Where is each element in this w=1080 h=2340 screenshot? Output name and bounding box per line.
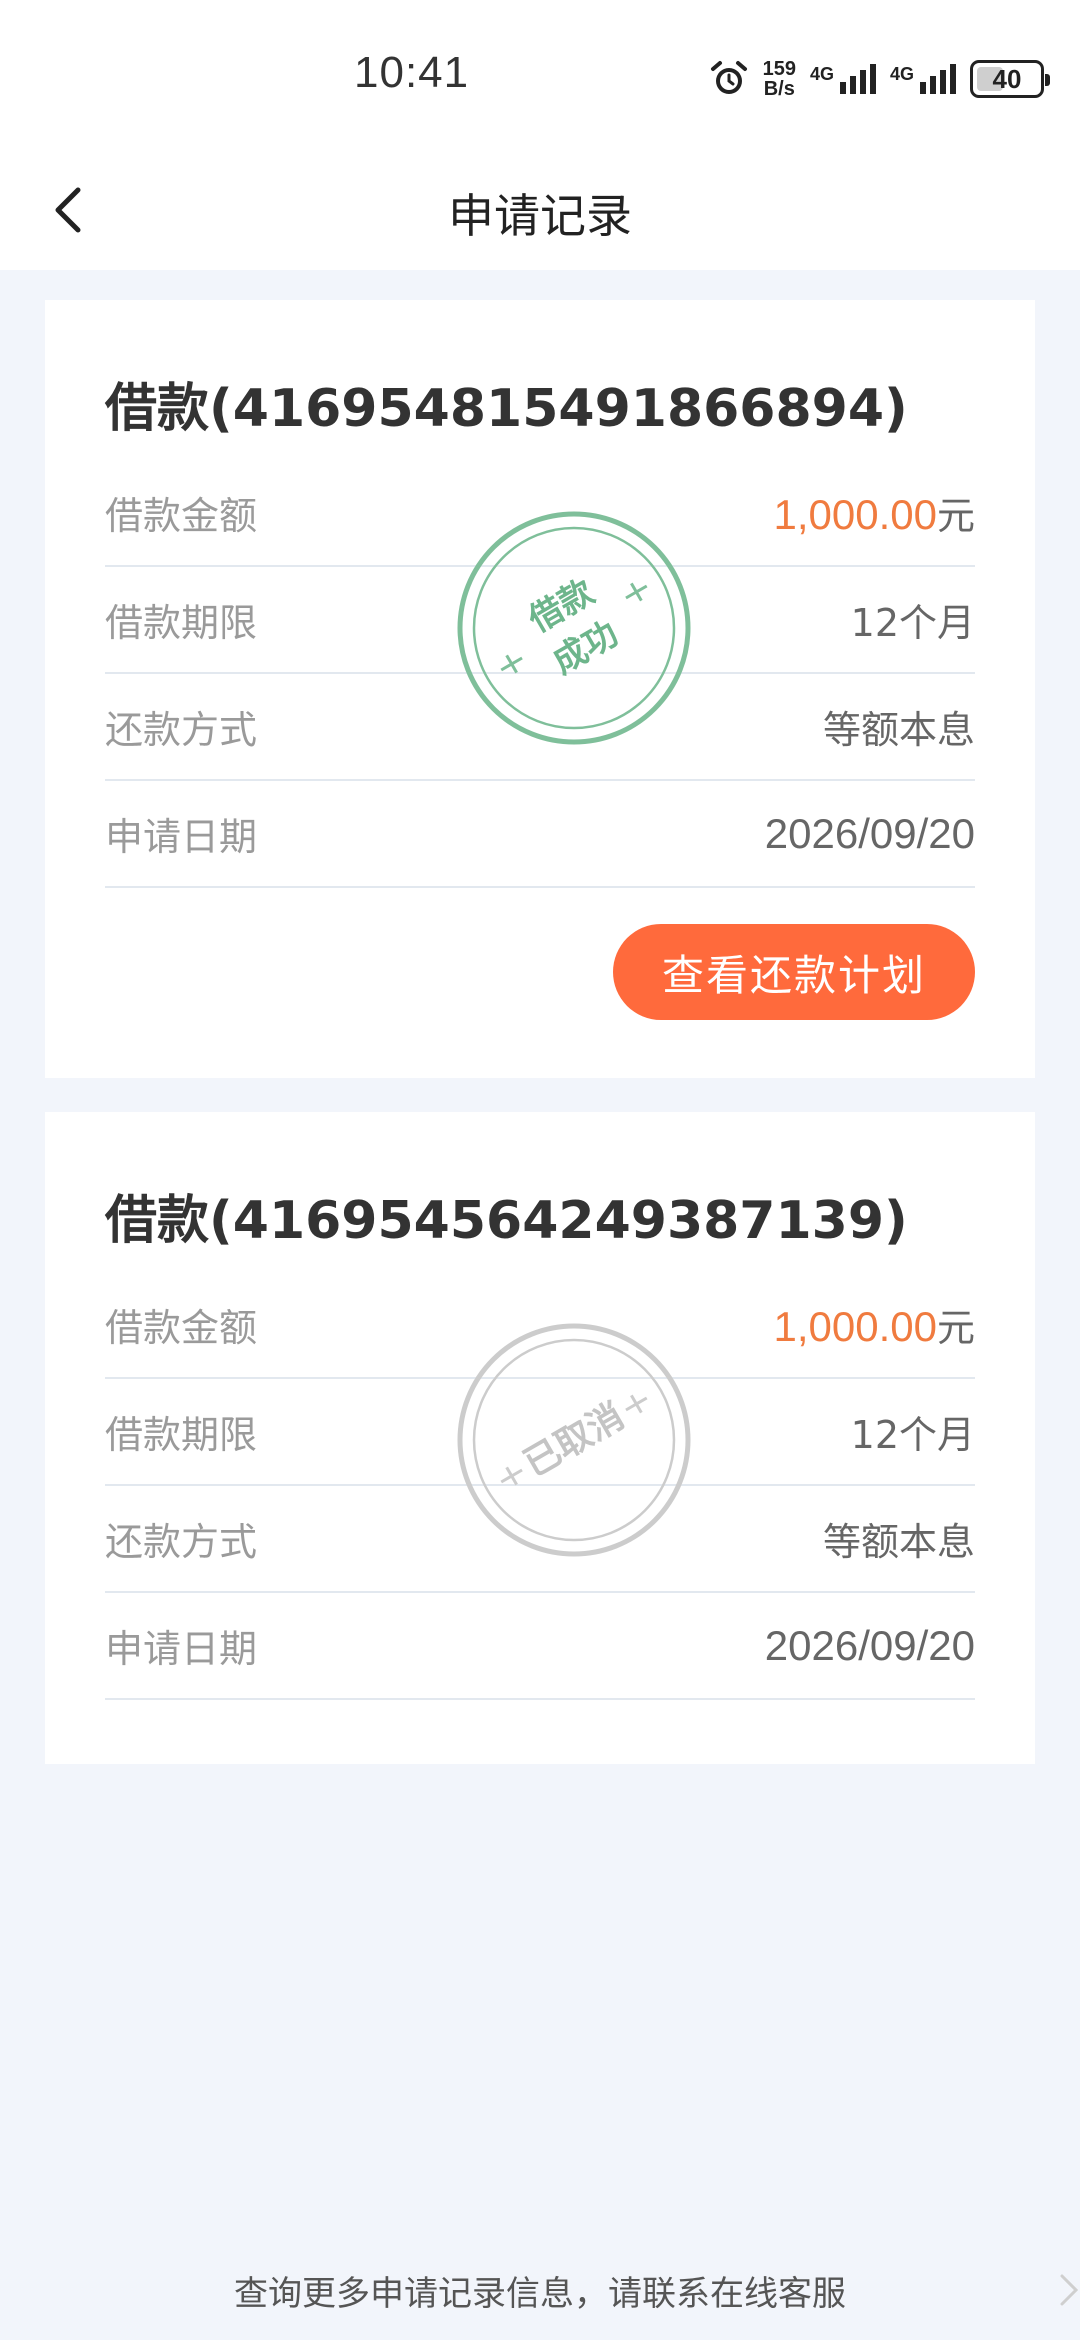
alarm-clock-icon: [710, 61, 747, 94]
signal-bar-icon: [920, 82, 926, 94]
date-value: 2026/09/20: [764, 1621, 975, 1669]
date-value: 2026/09/20: [764, 809, 975, 857]
record-card: 借款(416954564249387139) 借款金额 1,000.00元 借款…: [45, 1112, 1035, 1764]
amount-value: 1,000.00元: [773, 485, 975, 540]
view-repayment-plan-button[interactable]: 查看还款计划: [613, 924, 975, 1020]
term-value: 12个月: [850, 601, 975, 645]
battery-icon: 40: [970, 60, 1050, 98]
term-value: 12个月: [850, 1413, 975, 1457]
method-value: 等额本息: [822, 708, 975, 752]
net-speed-value: 159: [762, 58, 796, 80]
date-label: 申请日期: [105, 1627, 258, 1671]
signal-bar-icon: [869, 64, 876, 94]
signal-bar-icon: [849, 76, 856, 94]
success-stamp-icon: 借款 成功: [457, 511, 691, 745]
contact-support-link[interactable]: 查询更多申请记录信息，请联系在线客服: [0, 2266, 1080, 2315]
record-title: 借款(416954564249387139): [105, 1191, 908, 1251]
signal-2: 4G: [890, 64, 956, 94]
record-title: 借款(416954815491866894): [105, 379, 908, 439]
page-title: 申请记录: [448, 189, 632, 243]
status-icons: 159 B/s 4G 4G 40: [709, 54, 1050, 104]
amount-label: 借款金额: [105, 494, 258, 538]
nav-bar: 申请记录: [0, 150, 1080, 270]
amount-number: 1,000.00: [773, 1303, 937, 1350]
signal-bar-icon: [940, 70, 946, 94]
signal-1-label: 4G: [809, 64, 834, 84]
signal-bar-icon: [930, 76, 936, 94]
date-label: 申请日期: [105, 815, 258, 859]
term-label: 借款期限: [105, 1413, 258, 1457]
status-time: 10:41: [354, 48, 470, 97]
signal-bar-icon: [859, 70, 866, 94]
amount-value: 1,000.00元: [773, 1297, 975, 1352]
record-card: 借款(416954815491866894) 借款金额 1,000.00元 借款…: [45, 300, 1035, 1078]
status-bar: 10:41 159 B/s 4G 4G 40: [0, 0, 1080, 150]
method-label: 还款方式: [105, 708, 258, 752]
amount-label: 借款金额: [105, 1306, 258, 1350]
cancelled-stamp-icon: 已取消: [457, 1323, 691, 1557]
amount-unit: 元: [936, 494, 975, 538]
amount-number: 1,000.00: [773, 491, 937, 538]
battery-level: 40: [992, 63, 1022, 94]
method-value: 等额本息: [822, 1520, 975, 1564]
signal-2-label: 4G: [889, 64, 914, 84]
signal-bar-icon: [950, 64, 956, 94]
net-speed-unit: B/s: [763, 78, 795, 100]
chevron-right-icon: [1060, 2274, 1079, 2306]
amount-unit: 元: [936, 1306, 975, 1350]
term-label: 借款期限: [105, 601, 258, 645]
signal-1: 4G: [810, 64, 876, 94]
detail-row-date: 申请日期 2026/09/20: [105, 1593, 975, 1700]
detail-row-date: 申请日期 2026/09/20: [105, 781, 975, 888]
stamp-text: 已取消: [517, 1396, 631, 1486]
net-speed: 159 B/s: [763, 59, 796, 99]
method-label: 还款方式: [105, 1520, 258, 1564]
signal-bar-icon: [839, 82, 846, 94]
